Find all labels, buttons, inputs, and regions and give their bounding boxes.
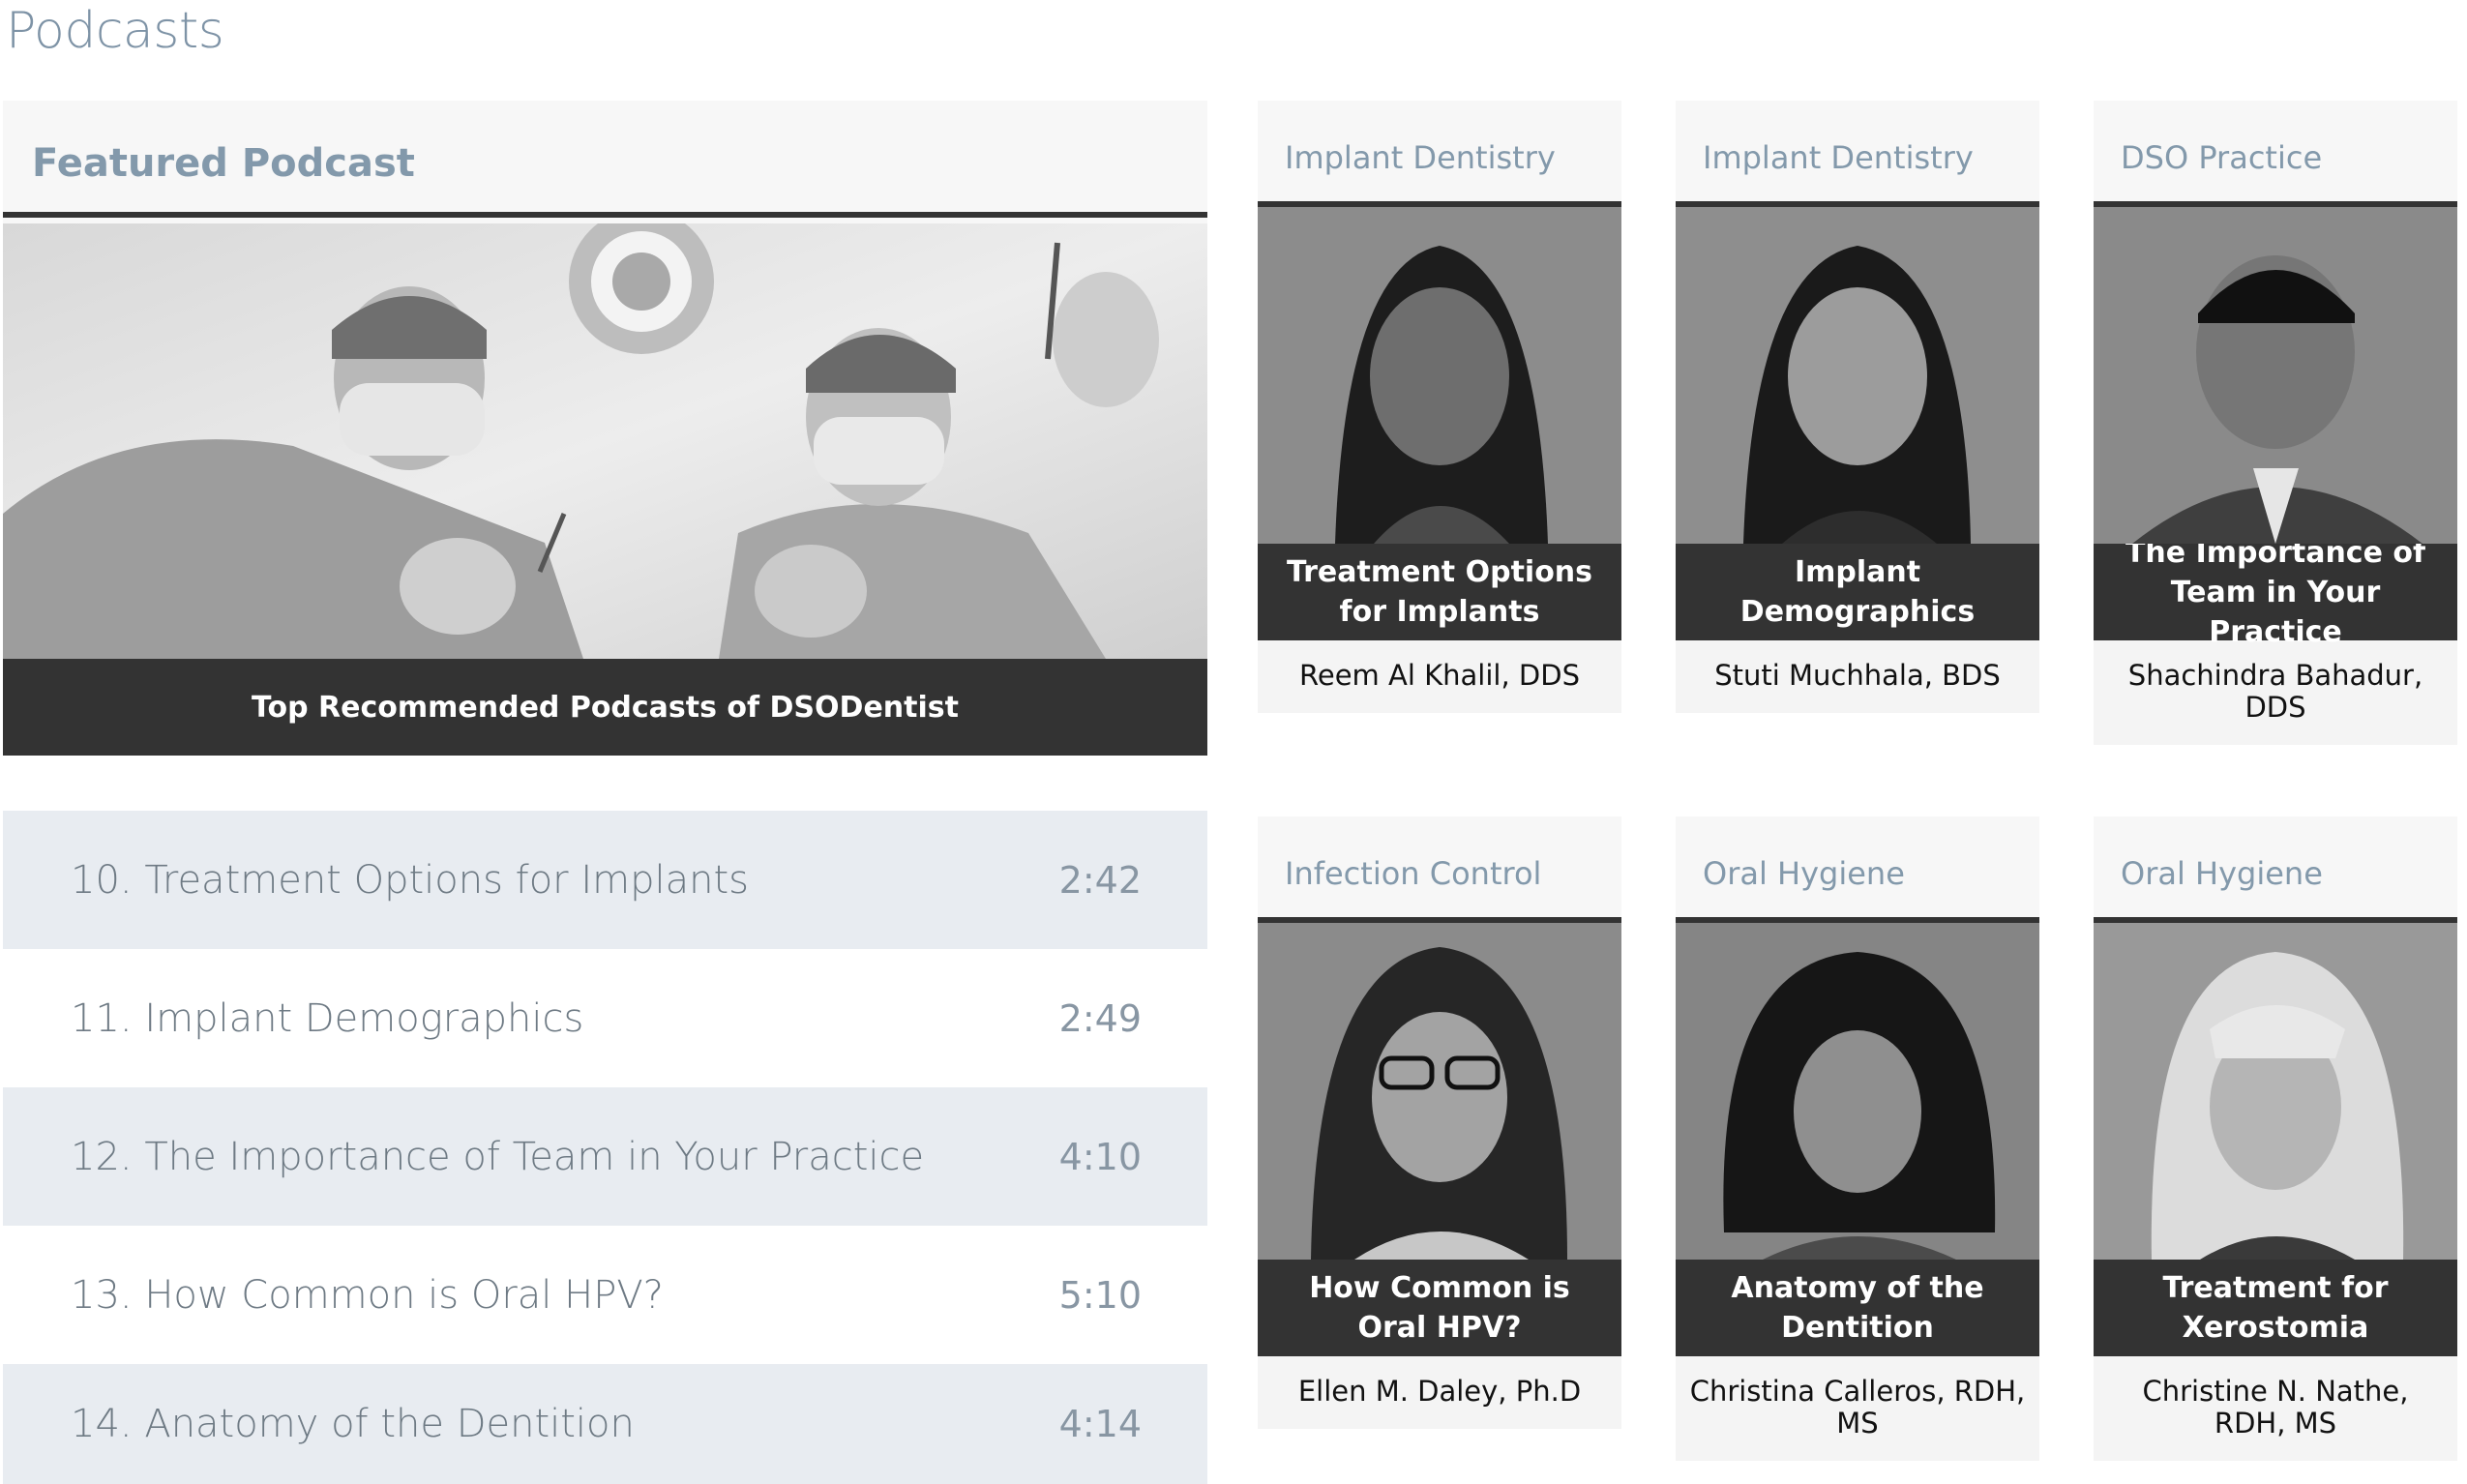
featured-podcast: Featured Podcast Top Recommended Podcast… [3,101,1207,756]
podcast-card[interactable]: Oral Hygiene Treatment for Xerostomia Ch… [2094,816,2457,1461]
episode-duration: 5:10 [1058,1273,1142,1317]
featured-caption[interactable]: Top Recommended Podcasts of DSODentist [3,659,1207,756]
episode-row[interactable]: 10. Treatment Options for Implants 2:42 [3,811,1207,949]
card-category: Implant Dentistry [1676,101,2039,207]
card-category: Oral Hygiene [2094,816,2457,923]
card-title: Treatment Options for Implants [1258,544,1621,640]
card-title: Treatment for Xerostomia [2094,1260,2457,1356]
podcast-card[interactable]: Implant Dentistry Implant Demographics S… [1676,101,2039,713]
page-title: Podcasts [6,2,224,60]
episode-row[interactable]: 14. Anatomy of the Dentition 4:14 [3,1364,1207,1484]
episode-duration: 4:14 [1058,1403,1142,1445]
card-title: The Importance of Team in Your Practice [2094,536,2457,649]
featured-image[interactable] [3,223,1207,659]
speaker-photo[interactable] [1258,207,1621,544]
speaker-portrait [2094,923,2457,1260]
episode-duration: 2:42 [1058,858,1142,902]
speaker-portrait [1258,923,1621,1260]
speaker-photo[interactable] [1676,923,2039,1260]
episode-row[interactable]: 11. Implant Demographics 2:49 [3,949,1207,1087]
card-speaker: Reem Al Khalil, DDS [1299,659,1580,692]
speaker-portrait [1676,923,2039,1260]
card-category: DSO Practice [2094,101,2457,207]
featured-header: Featured Podcast [3,101,1207,218]
speaker-portrait [1258,207,1621,544]
card-category-label: Oral Hygiene [1703,855,1905,892]
card-speaker: Stuti Muchhala, BDS [1714,659,2001,692]
speaker-photo[interactable] [1676,207,2039,544]
dentists-photo [3,223,1207,659]
episode-duration: 4:10 [1058,1135,1142,1178]
featured-header-label: Featured Podcast [32,141,415,186]
episode-list: 10. Treatment Options for Implants 2:42 … [3,811,1207,1484]
episode-title: 10. Treatment Options for Implants [71,857,749,903]
card-title: How Common is Oral HPV? [1258,1260,1621,1356]
podcast-card[interactable]: Implant Dentistry Treatment Options for … [1258,101,1621,713]
episode-title: 12. The Importance of Team in Your Pract… [71,1134,925,1179]
episode-title: 13. How Common is Oral HPV? [71,1272,664,1318]
card-speaker: Christina Calleros, RDH, MS [1689,1375,2026,1439]
podcast-card[interactable]: DSO Practice The Importance of Team in Y… [2094,101,2457,745]
card-category-label: Oral Hygiene [2121,855,2323,892]
speaker-portrait [1676,207,2039,544]
card-category: Infection Control [1258,816,1621,923]
speaker-photo[interactable] [2094,923,2457,1260]
speaker-photo[interactable] [2094,207,2457,544]
podcast-card[interactable]: Infection Control How Common is Oral HPV… [1258,816,1621,1429]
card-category: Implant Dentistry [1258,101,1621,207]
episode-row[interactable]: 13. How Common is Oral HPV? 5:10 [3,1226,1207,1364]
card-speaker: Ellen M. Daley, Ph.D [1297,1375,1582,1408]
card-category: Oral Hygiene [1676,816,2039,923]
podcast-card[interactable]: Oral Hygiene Anatomy of the Dentition Ch… [1676,816,2039,1461]
card-category-label: DSO Practice [2121,139,2323,176]
card-speaker: Christine N. Nathe, RDH, MS [2142,1375,2409,1439]
episode-title: 11. Implant Demographics [71,995,584,1041]
episode-title: 14. Anatomy of the Dentition [71,1402,635,1446]
speaker-portrait [2094,207,2457,544]
card-category-label: Implant Dentistry [1703,139,1974,176]
card-category-label: Implant Dentistry [1285,139,1556,176]
card-category-label: Infection Control [1285,855,1542,892]
episode-row[interactable]: 12. The Importance of Team in Your Pract… [3,1087,1207,1226]
card-title: Implant Demographics [1676,544,2039,640]
card-title: Anatomy of the Dentition [1676,1260,2039,1356]
card-speaker: Shachindra Bahadur, DDS [2127,659,2423,724]
speaker-photo[interactable] [1258,923,1621,1260]
episode-duration: 2:49 [1058,996,1142,1040]
